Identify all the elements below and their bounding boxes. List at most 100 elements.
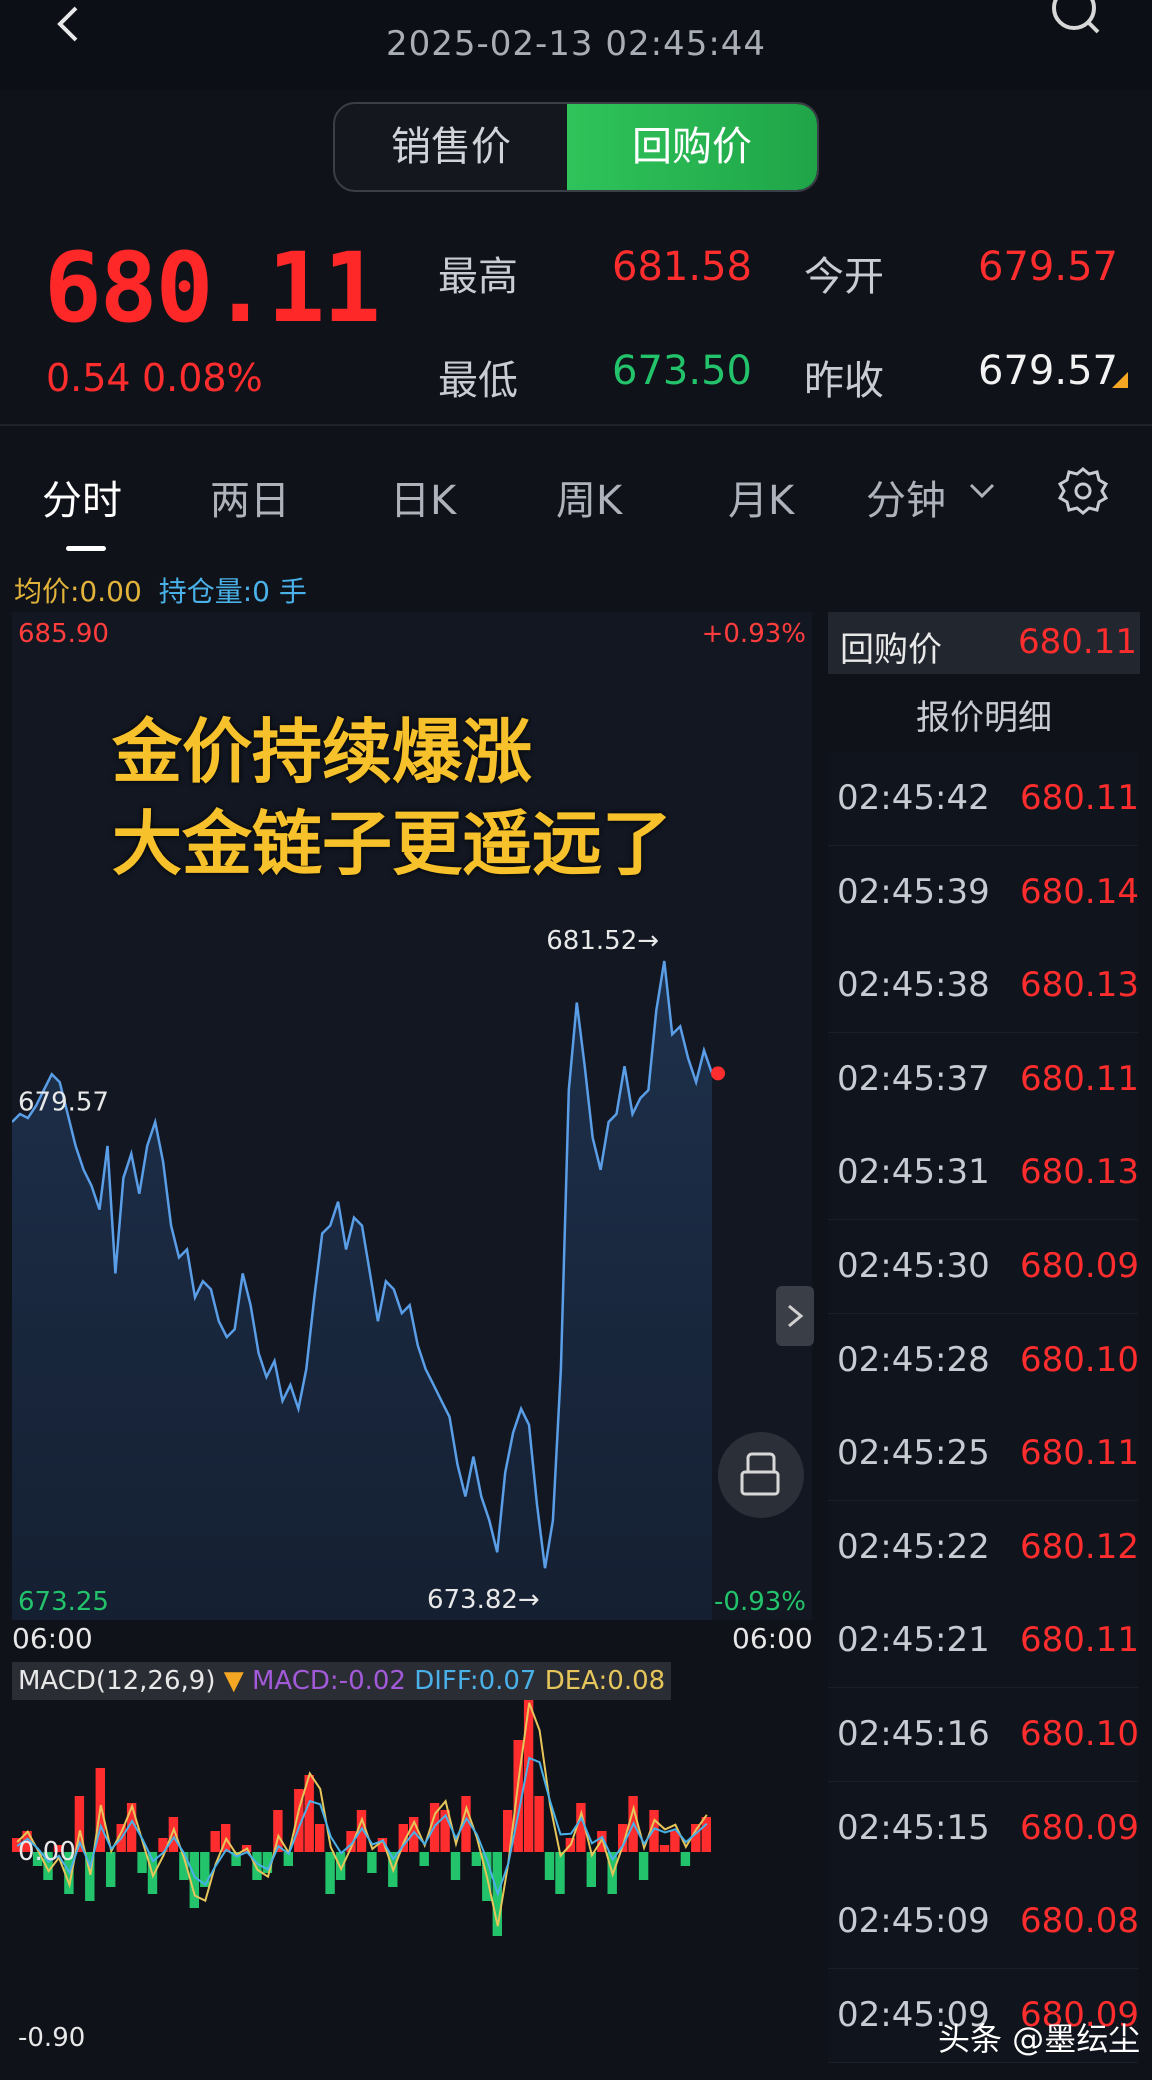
macd-bar: [534, 1796, 544, 1852]
macd-histogram: [12, 1698, 711, 1936]
quote-detail-label: 报价明细: [916, 698, 1052, 738]
price-type-toggle: 销售价 回购价: [333, 102, 819, 192]
high-marker-label: 681.52→: [546, 926, 659, 956]
tick-price: 680.11: [1020, 1058, 1139, 1099]
macd-bar: [680, 1852, 691, 1866]
low-label: 最低: [438, 358, 518, 404]
timestamp: 2025-02-13 02:45:44: [385, 24, 767, 64]
quote-panel-price: 680.11: [1018, 622, 1137, 662]
price-area-fill: [12, 961, 712, 1620]
prev-close-label: 昨收: [804, 358, 884, 404]
tick-row: 02:45:09 680.08: [828, 1875, 1139, 1970]
tick-time: 02:45:31: [837, 1152, 990, 1193]
tick-time: 02:45:25: [837, 1433, 990, 1474]
tick-time: 02:45:22: [837, 1526, 990, 1567]
tick-time: 02:45:38: [837, 965, 990, 1006]
corner-triangle-icon: [1112, 372, 1128, 388]
pct-bottom-label: -0.93%: [714, 1587, 806, 1617]
tick-price: 680.09: [1020, 1246, 1139, 1286]
tick-time: 02:45:16: [837, 1714, 990, 1754]
macd-bar: [555, 1852, 565, 1894]
macd-bar: [419, 1852, 429, 1866]
macd-chart[interactable]: 0.00 -0.90: [12, 1660, 812, 2072]
tick-price: 680.11: [1020, 1433, 1139, 1474]
tick-price: 680.10: [1020, 1714, 1139, 1754]
tab-minute[interactable]: 分钟: [866, 468, 946, 526]
tick-row: 02:45:42 680.11: [828, 752, 1139, 846]
position-label: 持仓量:0 手: [158, 575, 307, 608]
dropdown-triangle-icon[interactable]: ▼: [224, 1666, 244, 1696]
high-label: 最高: [438, 254, 518, 300]
macd-bar: [106, 1852, 116, 1887]
info-line: 均价:0.00 持仓量:0 手: [14, 570, 307, 610]
tick-price: 680.13: [1020, 1152, 1139, 1193]
macd-value: MACD:-0.02: [252, 1666, 406, 1696]
search-icon[interactable]: [1040, 0, 1100, 44]
tick-row: 02:45:31 680.13: [828, 1126, 1139, 1221]
prev-close-value: 679.57: [978, 348, 1118, 394]
caption-line-2: 大金链子更遥远了: [112, 803, 672, 885]
tick-row: 02:45:15 680.09: [828, 1781, 1139, 1876]
avg-price-label: 均价:0.00: [14, 575, 142, 608]
macd-svg: 0.00 -0.90: [12, 1698, 711, 2053]
tab-monthly-k[interactable]: 月K: [728, 468, 794, 526]
tick-price: 680.11: [1020, 778, 1139, 818]
quote-panel-title: 回购价: [840, 630, 942, 670]
current-price: 680.11: [44, 232, 381, 344]
overlay-caption: 金价持续爆涨 大金链子更遥远了: [112, 706, 672, 890]
low-marker-label: 673.82→: [427, 1585, 540, 1615]
last-price-dot: [711, 1066, 725, 1081]
tick-row: 02:45:22 680.12: [828, 1500, 1139, 1595]
macd-bar: [544, 1852, 555, 1880]
dea-value: DEA:0.08: [544, 1666, 666, 1696]
macd-bar: [315, 1824, 325, 1852]
ref-price-label: 679.57: [18, 1087, 109, 1117]
expand-panel-button[interactable]: [776, 1286, 814, 1346]
macd-title: MACD(12,26,9): [18, 1666, 216, 1696]
macd-bar: [137, 1852, 147, 1873]
tick-price: 680.13: [1020, 965, 1139, 1006]
gear-icon[interactable]: [1058, 466, 1108, 516]
tab-two-day[interactable]: 两日: [210, 468, 290, 526]
tick-row: 02:45:28 680.10: [828, 1313, 1139, 1408]
tick-price: 680.08: [1020, 1901, 1139, 1942]
macd-zero-label: 0.00: [18, 1837, 76, 1867]
macd-bar: [638, 1852, 649, 1880]
x-start-label: 06:00: [12, 1622, 93, 1655]
tick-row: 02:45:38 680.13: [828, 939, 1139, 1034]
tick-time: 02:45:28: [837, 1339, 990, 1380]
tick-row: 02:45:37 680.11: [828, 1032, 1139, 1127]
low-value: 673.50: [612, 348, 752, 394]
x-end-label: 06:00: [732, 1622, 813, 1655]
macd-bar: [325, 1852, 335, 1894]
macd-bar: [210, 1831, 220, 1852]
high-value: 681.58: [612, 244, 752, 290]
macd-bar: [691, 1824, 701, 1852]
rotate-screen-button[interactable]: [718, 1432, 804, 1518]
toggle-buyback-price[interactable]: 回购价: [567, 104, 817, 190]
macd-bar: [659, 1845, 670, 1852]
macd-bar: [701, 1817, 711, 1852]
tick-time: 02:45:21: [837, 1620, 990, 1661]
tick-price: 680.12: [1020, 1526, 1139, 1567]
macd-bar: [471, 1852, 482, 1866]
diff-value: DIFF:0.07: [414, 1666, 537, 1696]
tick-row: 02:45:30 680.09: [828, 1220, 1139, 1314]
tick-row: 02:45:25 680.11: [828, 1407, 1139, 1502]
macd-bottom-label: -0.90: [18, 2023, 85, 2053]
price-change: 0.54: [46, 356, 131, 400]
tick-row: 02:45:21 680.11: [828, 1594, 1139, 1689]
tab-weekly-k[interactable]: 周K: [556, 468, 622, 526]
toggle-sale-price[interactable]: 销售价: [335, 104, 567, 190]
watermark: 头条 @墨纭尘: [938, 2020, 1141, 2058]
chevron-right-icon: [788, 1304, 804, 1328]
tick-time: 02:45:09: [837, 1901, 990, 1942]
chevron-down-icon[interactable]: [968, 482, 996, 500]
macd-bar: [450, 1852, 461, 1880]
rotate-icon: [740, 1452, 780, 1496]
tick-row: 02:45:39 680.14: [828, 845, 1139, 940]
tab-daily-k[interactable]: 日K: [390, 468, 456, 526]
pct-top-label: +0.93%: [702, 619, 806, 649]
tick-time: 02:45:30: [837, 1246, 990, 1286]
tab-intraday[interactable]: 分时: [42, 468, 122, 526]
